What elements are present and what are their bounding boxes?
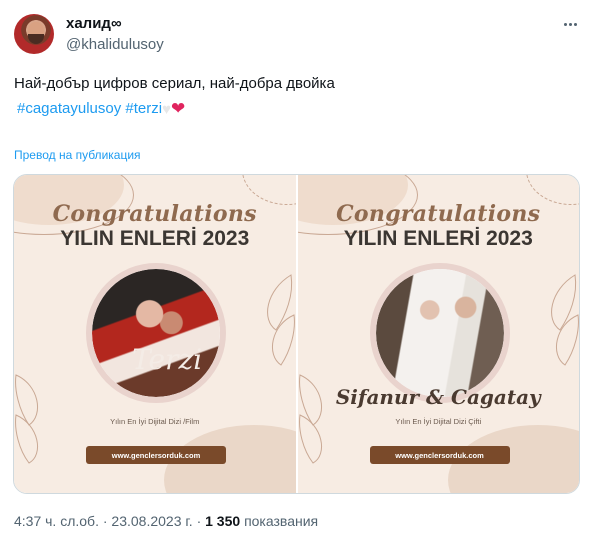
website-badge: www.genclersorduk.com [86,446,226,464]
media-grid: Congratulations YILIN ENLERİ 2023 Terzi … [13,174,580,494]
leaf-decoration [298,374,322,464]
hashtag-cagatayulusoy[interactable]: #cagatayulusoy [17,100,121,117]
photo-caption: Terzi [132,343,203,376]
award-category: Yılın En İyi Dijital Dizi /Film [110,417,200,426]
tweet-time[interactable]: 4:37 ч. сл.об. [14,513,99,529]
leaf-decoration [15,374,38,464]
views-count: 1 350 [205,513,241,529]
tweet-date[interactable]: 23.08.2023 г. [111,513,192,529]
photo-frame [369,263,510,403]
leaf-decoration [550,274,579,366]
avatar[interactable] [14,14,54,54]
leaf-decoration [267,274,295,366]
awards-title: YILIN ENLERİ 2023 [343,227,533,250]
media-image-terzi[interactable]: Congratulations YILIN ENLERİ 2023 Terzi … [14,175,296,493]
red-heart-emoji: ❤ [171,99,186,118]
congrats-title: Congratulations [336,201,541,227]
user-handle[interactable]: @khalidulusoy [66,36,164,53]
views-label: показвания [244,513,319,529]
tweet-meta: 4:37 ч. сл.об. · 23.08.2023 г. · 1 350 п… [14,513,318,529]
photo-frame [86,263,226,403]
more-icon[interactable] [560,14,580,34]
meta-separator: · [196,513,202,529]
congrats-title: Congratulations [52,201,257,227]
awards-title: YILIN ENLERİ 2023 [60,227,250,250]
display-name[interactable]: халид∞ [66,15,122,32]
white-heart-emoji: ♥ [162,101,172,118]
award-category: Yılın En İyi Dijital Dizi Çifti [395,417,482,426]
couple-photo [92,269,220,397]
meta-separator: · [102,513,108,529]
website-badge: www.genclersorduk.com [369,446,510,464]
wedding-photo [375,269,504,397]
tweet-text-line1: Най-добър цифров сериал, най-добра двойк… [14,75,335,92]
translate-post-link[interactable]: Превод на публикация [14,148,141,162]
tweet: халид∞ @khalidulusoy Най-добър цифров се… [0,0,596,544]
tweet-text-line2: #cagatayulusoy #terzi♥❤ [17,99,185,119]
media-image-couple[interactable]: Congratulations YILIN ENLERİ 2023 Sifanu… [297,175,579,493]
hashtag-terzi[interactable]: #terzi [125,100,162,117]
couple-names: Sifanur & Cagatay [335,385,541,409]
avatar-beard [28,34,44,44]
